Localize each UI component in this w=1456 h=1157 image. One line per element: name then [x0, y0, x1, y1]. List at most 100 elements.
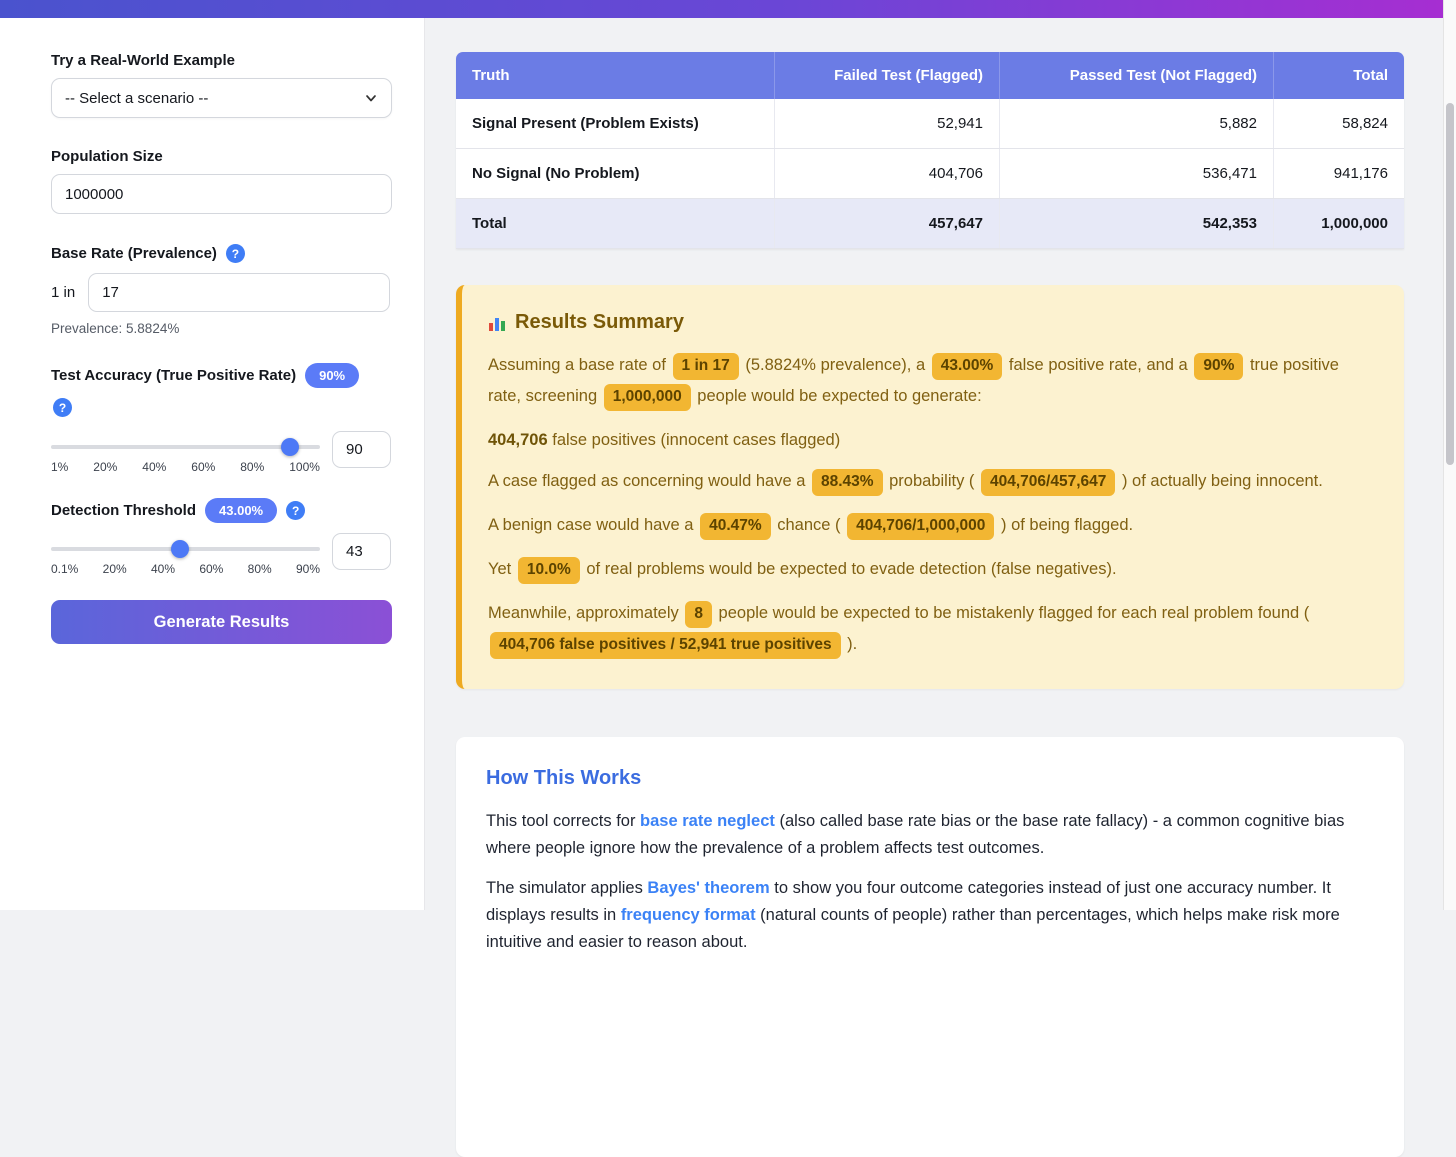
threshold-slider-ticks: 0.1% 20% 40% 60% 80% 90%	[51, 562, 320, 576]
accuracy-help-icon[interactable]	[53, 398, 72, 417]
table-row-total: Total 457,647 542,353 1,000,000	[456, 199, 1404, 249]
header-truth: Truth	[456, 52, 774, 99]
text: false positive rate, and a	[1004, 356, 1192, 374]
tick-label: 20%	[93, 460, 117, 474]
summary-paragraph: Yet 10.0% of real problems would be expe…	[488, 555, 1374, 586]
tick-label: 80%	[240, 460, 264, 474]
text: people would be expected to generate:	[693, 387, 982, 405]
population-label: Population Size	[51, 148, 391, 165]
cell-failed: 457,647	[774, 199, 999, 248]
header-failed: Failed Test (Flagged)	[774, 52, 999, 99]
results-table: Truth Failed Test (Flagged) Passed Test …	[456, 52, 1404, 249]
value-chip: 8	[685, 601, 712, 628]
cell-passed: 5,882	[999, 99, 1273, 148]
scrollbar[interactable]	[1443, 0, 1456, 910]
tick-label: 90%	[296, 562, 320, 576]
prevalence-hint: Prevalence: 5.8824%	[51, 321, 391, 336]
accuracy-slider[interactable]	[51, 445, 320, 449]
controls-sidebar: Try a Real-World Example -- Select a sce…	[0, 18, 425, 910]
row-label: Total	[456, 199, 774, 248]
tick-label: 60%	[191, 460, 215, 474]
threshold-slider-thumb[interactable]	[171, 540, 189, 558]
text: of real problems would be expected to ev…	[582, 560, 1117, 578]
scenario-select-value: -- Select a scenario --	[65, 90, 208, 107]
text: false positives (innocent cases flagged)	[548, 431, 841, 449]
bar-chart-icon	[488, 314, 506, 332]
how-this-works-card: How This Works This tool corrects for ba…	[456, 737, 1404, 1157]
value-chip: 88.43%	[812, 469, 883, 496]
how-paragraph: This tool corrects for base rate neglect…	[486, 808, 1374, 861]
base-rate-label: Base Rate (Prevalence)	[51, 245, 217, 262]
tick-label: 40%	[142, 460, 166, 474]
cell-failed: 404,706	[774, 149, 999, 198]
text: The simulator applies	[486, 879, 647, 897]
summary-paragraph: A benign case would have a 40.47% chance…	[488, 511, 1374, 542]
text: This tool corrects for	[486, 812, 640, 830]
frequency-format-link[interactable]: frequency format	[621, 906, 756, 924]
base-rate-prefix: 1 in	[51, 284, 75, 301]
tick-label: 80%	[248, 562, 272, 576]
summary-title-text: Results Summary	[515, 311, 684, 334]
bayes-theorem-link[interactable]: Bayes' theorem	[647, 879, 769, 897]
top-gradient-bar	[0, 0, 1443, 18]
how-paragraph: The simulator applies Bayes' theorem to …	[486, 875, 1374, 955]
row-label: No Signal (No Problem)	[456, 149, 774, 198]
table-row: Signal Present (Problem Exists) 52,941 5…	[456, 99, 1404, 149]
cell-passed: 542,353	[999, 199, 1273, 248]
generate-results-button[interactable]: Generate Results	[51, 600, 392, 644]
cell-total: 941,176	[1273, 149, 1404, 198]
cell-total: 58,824	[1273, 99, 1404, 148]
value-chip: 404,706 false positives / 52,941 true po…	[490, 632, 841, 659]
tick-label: 0.1%	[51, 562, 78, 576]
text: ) of actually being innocent.	[1117, 472, 1322, 490]
population-input[interactable]	[51, 174, 392, 214]
value-chip: 404,706/1,000,000	[847, 513, 994, 540]
text: A case flagged as concerning would have …	[488, 472, 810, 490]
value-chip: 90%	[1194, 353, 1243, 380]
summary-paragraph: A case flagged as concerning would have …	[488, 467, 1374, 498]
threshold-slider[interactable]	[51, 547, 320, 551]
scenario-label: Try a Real-World Example	[51, 52, 391, 69]
text: probability (	[885, 472, 979, 490]
text: ) of being flagged.	[996, 516, 1133, 534]
tick-label: 1%	[51, 460, 68, 474]
table-row: No Signal (No Problem) 404,706 536,471 9…	[456, 149, 1404, 199]
summary-title: Results Summary	[488, 311, 1374, 334]
threshold-number-input[interactable]	[332, 533, 391, 570]
threshold-label: Detection Threshold	[51, 502, 196, 519]
value-chip: 40.47%	[700, 513, 771, 540]
row-label: Signal Present (Problem Exists)	[456, 99, 774, 148]
text: (5.8824% prevalence), a	[741, 356, 930, 374]
tick-label: 40%	[151, 562, 175, 576]
base-rate-help-icon[interactable]	[226, 244, 245, 263]
accuracy-slider-thumb[interactable]	[281, 438, 299, 456]
scenario-select[interactable]: -- Select a scenario --	[51, 78, 392, 118]
false-positive-count: 404,706	[488, 431, 548, 449]
header-total: Total	[1273, 52, 1404, 99]
tick-label: 100%	[289, 460, 320, 474]
summary-paragraph: 404,706 false positives (innocent cases …	[488, 426, 1374, 454]
how-title: How This Works	[486, 767, 1374, 790]
text: ).	[843, 635, 858, 653]
value-chip: 1,000,000	[604, 384, 691, 411]
accuracy-label: Test Accuracy (True Positive Rate)	[51, 367, 296, 384]
cell-failed: 52,941	[774, 99, 999, 148]
summary-paragraph: Assuming a base rate of 1 in 17 (5.8824%…	[488, 351, 1374, 413]
accuracy-number-input[interactable]	[332, 431, 391, 468]
value-chip: 43.00%	[932, 353, 1003, 380]
header-passed: Passed Test (Not Flagged)	[999, 52, 1273, 99]
summary-paragraph: Meanwhile, approximately 8 people would …	[488, 599, 1374, 661]
text: Assuming a base rate of	[488, 356, 671, 374]
results-summary-card: Results Summary Assuming a base rate of …	[456, 285, 1404, 689]
threshold-help-icon[interactable]	[286, 501, 305, 520]
scrollbar-thumb[interactable]	[1446, 103, 1454, 465]
base-rate-neglect-link[interactable]: base rate neglect	[640, 812, 775, 830]
value-chip: 10.0%	[518, 557, 580, 584]
text: A benign case would have a	[488, 516, 698, 534]
table-header-row: Truth Failed Test (Flagged) Passed Test …	[456, 52, 1404, 99]
text: chance (	[773, 516, 845, 534]
accuracy-badge: 90%	[305, 363, 359, 388]
text: Meanwhile, approximately	[488, 604, 683, 622]
value-chip: 404,706/457,647	[981, 469, 1115, 496]
base-rate-input[interactable]	[88, 273, 390, 312]
